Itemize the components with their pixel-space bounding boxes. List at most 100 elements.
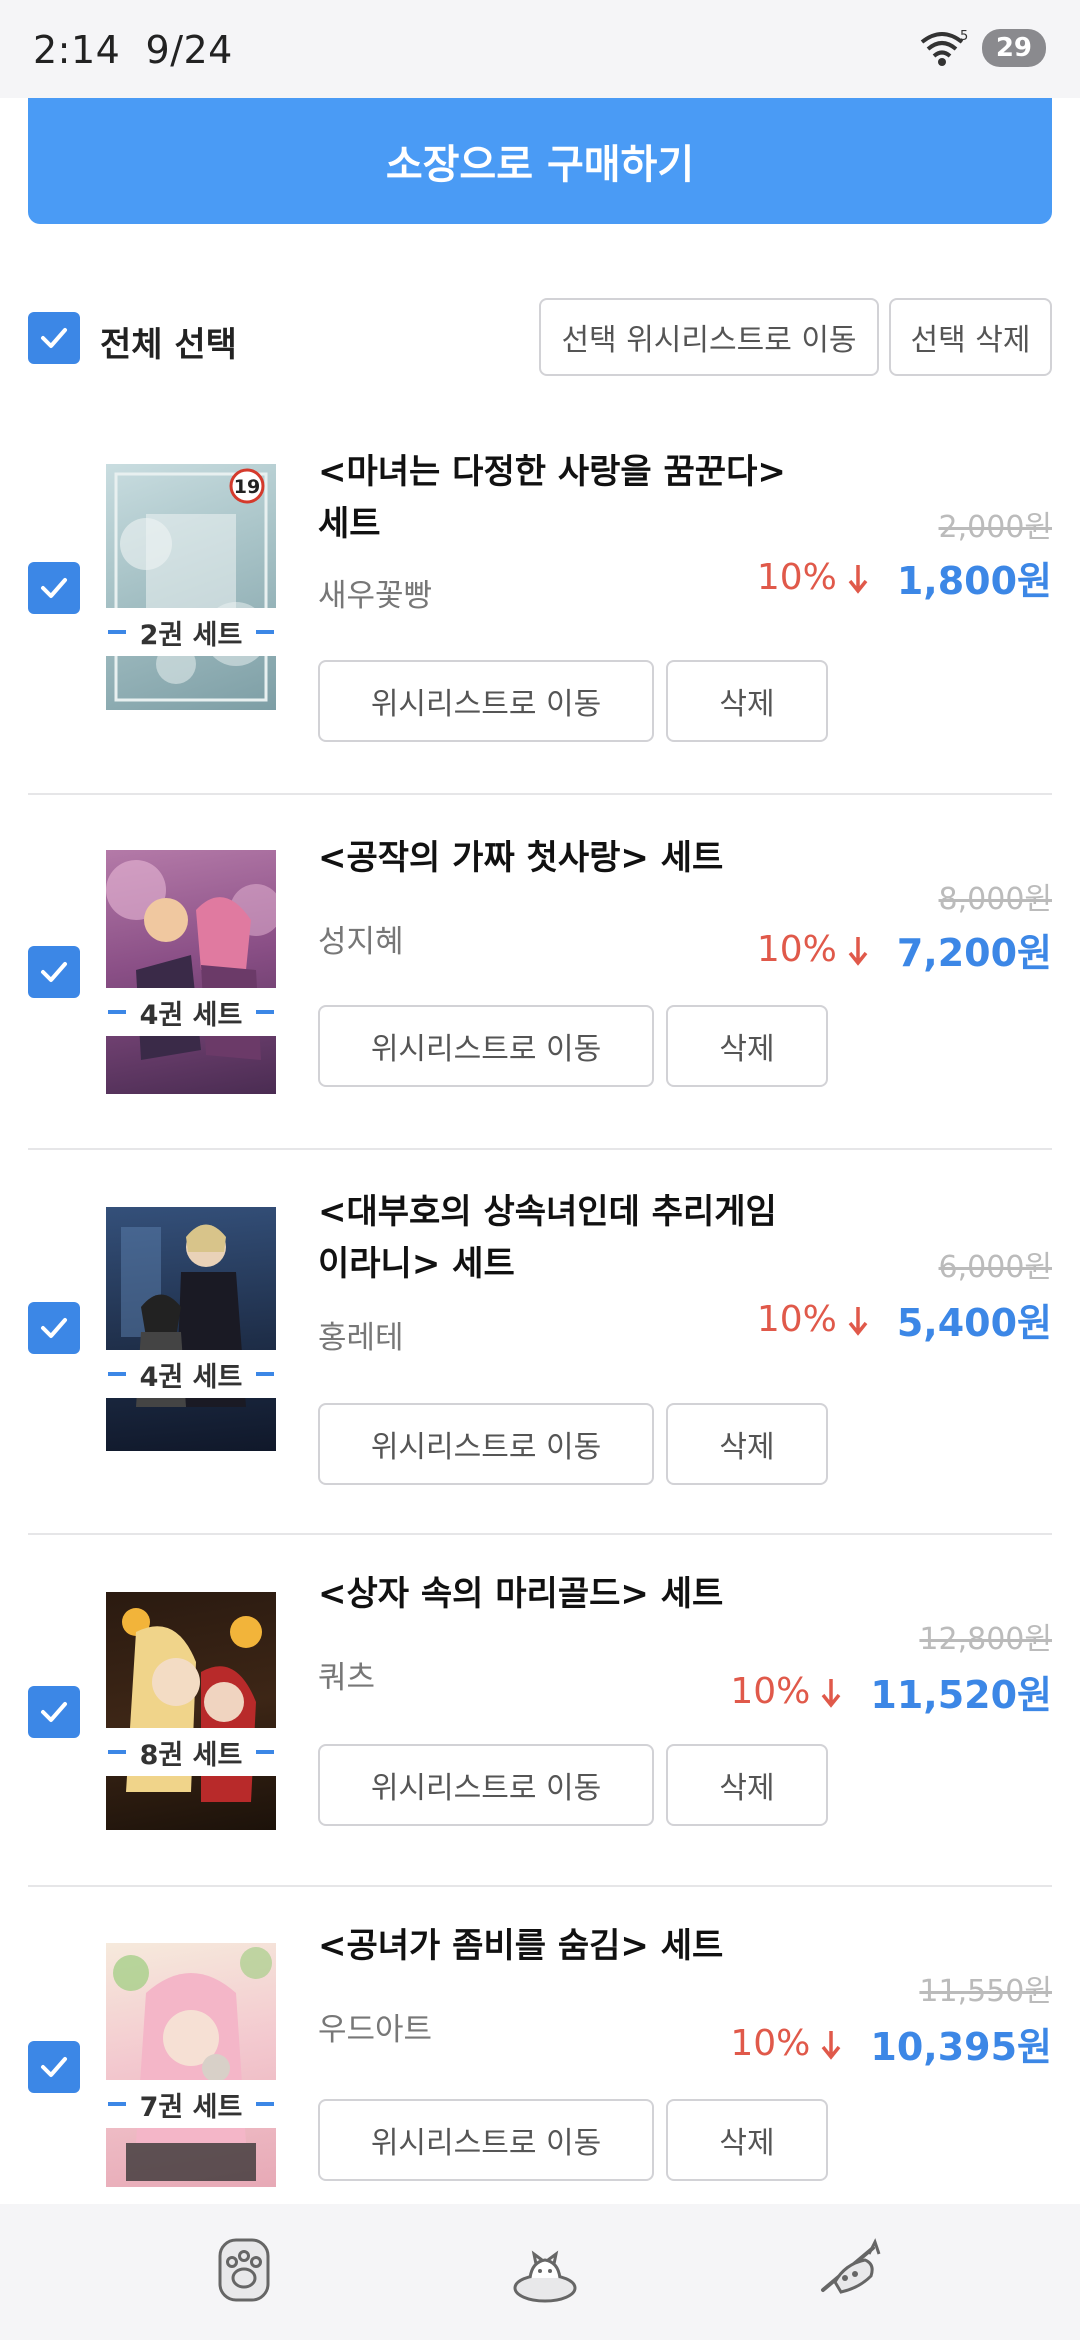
original-price: 11,550원 <box>919 1974 1052 2009</box>
item-checkbox[interactable] <box>28 946 80 998</box>
item-author: 쿼츠 <box>318 1660 376 1696</box>
item-title-line: <마녀는 다정한 사랑을 꿈꾼다> <box>318 452 786 492</box>
original-price: 6,000원 <box>938 1250 1052 1285</box>
final-price: 10,395원 <box>870 2025 1052 2069</box>
delete-button[interactable]: 삭제 <box>666 1744 828 1826</box>
arrow-down-icon <box>848 564 868 594</box>
item-title[interactable]: <대부호의 상속녀인데 추리게임 이라니> 세트 <box>318 1186 788 1290</box>
clock: 2:14 <box>33 28 121 72</box>
discount-rate: 10% <box>756 557 837 598</box>
item-author: 성지혜 <box>318 924 404 960</box>
paw-icon <box>218 2238 270 2302</box>
book-cover[interactable] <box>106 850 276 1094</box>
cover-art <box>113 1947 272 2181</box>
discount-rate: 10% <box>730 1671 811 1712</box>
cart-item: 19 2권 세트 <마녀는 다정한 사랑을 꿈꾼다> 세트 새우꽃빵 2,000… <box>0 420 1080 795</box>
cover-art: 19 <box>114 468 268 702</box>
move-selected-to-wishlist-button[interactable]: 선택 위시리스트로 이동 <box>539 298 879 376</box>
buy-button[interactable]: 소장으로 구매하기 <box>28 98 1052 224</box>
status-time: 2:14 9/24 <box>33 28 233 72</box>
arrow-down-icon <box>848 1306 868 1336</box>
move-to-wishlist-button[interactable]: 위시리스트로 이동 <box>318 660 654 742</box>
price-line: 10% 1,800원 <box>757 550 1052 605</box>
move-to-wishlist-button[interactable]: 위시리스트로 이동 <box>318 2099 654 2181</box>
wifi-icon: 5 <box>920 29 968 66</box>
delete-button[interactable]: 삭제 <box>666 1005 828 1087</box>
delete-button[interactable]: 삭제 <box>666 1403 828 1485</box>
date: 9/24 <box>145 28 233 72</box>
item-checkbox[interactable] <box>28 1686 80 1738</box>
nav-paw[interactable] <box>214 2234 274 2310</box>
status-bar: 2:14 9/24 5 29 <box>0 0 1080 98</box>
check-icon <box>41 1318 67 1338</box>
divider <box>28 793 1052 795</box>
price-line: 10% 10,395원 <box>730 2016 1052 2071</box>
price-line: 10% 5,400원 <box>757 1292 1052 1347</box>
item-title-line: <공작의 가짜 첫사랑> 세트 <box>318 838 724 878</box>
battery-indicator: 29 <box>981 29 1046 67</box>
item-title[interactable]: <공작의 가짜 첫사랑> 세트 <box>318 832 788 884</box>
cover-art <box>121 1224 246 1407</box>
arrow-down-icon <box>822 2030 841 2060</box>
book-cover[interactable] <box>106 1943 276 2187</box>
set-count-badge: 2권 세트 <box>106 608 276 656</box>
wifi-generation-label: 5 <box>960 29 968 44</box>
item-title[interactable]: <상자 속의 마리골드> 세트 <box>318 1568 788 1620</box>
delete-button[interactable]: 삭제 <box>666 2099 828 2181</box>
select-all-checkbox[interactable] <box>28 312 80 364</box>
cart-item: 8권 세트 <상자 속의 마리골드> 세트 쿼츠 12,800원 10% 11,… <box>0 1536 1080 1886</box>
move-to-wishlist-button[interactable]: 위시리스트로 이동 <box>318 1403 654 1485</box>
item-checkbox[interactable] <box>28 1302 80 1354</box>
final-price: 1,800원 <box>896 559 1052 603</box>
set-count-badge: 8권 세트 <box>106 1728 276 1776</box>
arrow-down-icon <box>822 1678 841 1708</box>
move-to-wishlist-button[interactable]: 위시리스트로 이동 <box>318 1005 654 1087</box>
nav-home[interactable] <box>510 2242 580 2310</box>
check-icon <box>41 328 67 348</box>
item-checkbox[interactable] <box>28 2041 80 2093</box>
item-title-line: <공녀가 좀비를 숨김> 세트 <box>318 1926 724 1966</box>
original-price: 8,000원 <box>938 882 1052 917</box>
select-all-row: 전체 선택 선택 위시리스트로 이동 선택 삭제 <box>0 295 1080 381</box>
nav-activity[interactable] <box>815 2234 891 2306</box>
item-title-line: <상자 속의 마리골드> 세트 <box>318 1574 724 1614</box>
item-title[interactable]: <공녀가 좀비를 숨김> 세트 <box>318 1920 788 1972</box>
final-price: 11,520원 <box>870 1673 1052 1717</box>
book-cover[interactable]: 19 <box>106 464 276 710</box>
check-icon <box>41 2057 67 2077</box>
item-author: 우드아트 <box>318 2012 433 2048</box>
original-price: 12,800원 <box>919 1622 1052 1657</box>
item-title-line: 이라니> 세트 <box>318 1244 515 1284</box>
bottom-nav <box>0 2204 1080 2340</box>
select-all-label: 전체 선택 <box>100 325 237 365</box>
final-price: 7,200원 <box>896 931 1052 975</box>
discount-rate: 10% <box>756 929 837 970</box>
book-cover[interactable] <box>106 1592 276 1830</box>
cat-bed-icon <box>513 2250 577 2303</box>
delete-button[interactable]: 삭제 <box>666 660 828 742</box>
set-count-badge: 7권 세트 <box>106 2080 276 2128</box>
cat-playing-icon <box>821 2238 881 2294</box>
delete-selected-button[interactable]: 선택 삭제 <box>889 298 1052 376</box>
set-count-badge: 4권 세트 <box>106 1350 276 1398</box>
cart-item: 7권 세트 <공녀가 좀비를 숨김> 세트 우드아트 11,550원 10% 1… <box>0 1888 1080 2204</box>
item-author: 새우꽃빵 <box>318 578 433 614</box>
move-to-wishlist-button[interactable]: 위시리스트로 이동 <box>318 1744 654 1826</box>
item-checkbox[interactable] <box>28 562 80 614</box>
arrow-down-icon <box>848 936 868 966</box>
final-price: 5,400원 <box>896 1301 1052 1345</box>
item-title-line: 세트 <box>318 504 381 544</box>
divider <box>28 1533 1052 1535</box>
cart-item: 4권 세트 <대부호의 상속녀인데 추리게임 이라니> 세트 홍레테 6,000… <box>0 1150 1080 1535</box>
price-line: 10% 7,200원 <box>757 922 1052 977</box>
price-line: 10% 11,520원 <box>730 1664 1052 1719</box>
cover-art <box>106 860 276 1060</box>
discount-rate: 10% <box>730 2023 811 2064</box>
check-icon <box>41 578 67 598</box>
check-icon <box>41 962 67 982</box>
age-rating-badge: 19 <box>234 476 260 498</box>
item-title[interactable]: <마녀는 다정한 사랑을 꿈꾼다> 세트 <box>318 446 788 550</box>
divider <box>28 1885 1052 1887</box>
check-icon <box>41 1702 67 1722</box>
book-cover[interactable] <box>106 1207 276 1451</box>
